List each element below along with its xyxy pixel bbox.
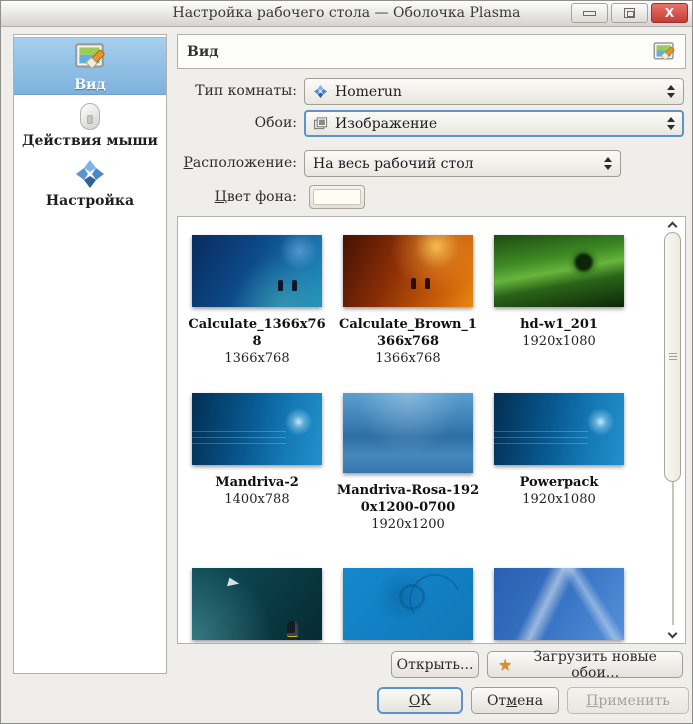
- wallpaper-name: Calculate_1366x768: [188, 317, 326, 349]
- wallpaper-thumbnail: [192, 568, 322, 640]
- wallpaper-thumbnail: [192, 235, 322, 307]
- wallpaper-name: Mandriva-Rosa-1920x1200-0700: [336, 483, 480, 515]
- sidebar-item-label: Настройка: [45, 192, 135, 209]
- wallpaper-resolution: 1366x768: [224, 351, 290, 366]
- scroll-down-icon[interactable]: [667, 628, 678, 639]
- wallpaper-thumbnail: [494, 235, 624, 307]
- minimize-icon: [583, 10, 596, 16]
- open-button[interactable]: Открыть...: [391, 651, 479, 678]
- maximize-button[interactable]: [611, 3, 648, 23]
- dropdown-arrows-icon: [667, 117, 675, 130]
- wallpaper-list[interactable]: Calculate_1366x768 1366x768 Calculate_Br…: [177, 216, 686, 644]
- wallpaper-name: Powerpack: [519, 475, 599, 490]
- page-header: Вид: [177, 34, 686, 69]
- wallpaper-resolution: 1920x1200: [371, 517, 445, 532]
- wallpaper-thumbnail: [343, 568, 473, 640]
- sidebar-item-label: Вид: [74, 76, 106, 93]
- wallpaper-type-value: Изображение: [335, 115, 438, 132]
- star-icon: ★: [498, 654, 513, 674]
- wallpaper-type-select[interactable]: Изображение: [304, 110, 684, 137]
- cancel-button[interactable]: Отмена: [471, 687, 559, 714]
- kde-plasma-icon: [76, 159, 104, 188]
- dropdown-arrows-icon: [667, 85, 675, 98]
- scroll-up-icon[interactable]: [667, 221, 678, 232]
- wallpaper-item[interactable]: Powerpack 1920x1080: [486, 393, 632, 508]
- background-color-label: Цвет фона:: [214, 189, 297, 205]
- homerun-icon: [313, 84, 328, 99]
- wallpaper-name: hd-w1_201: [520, 317, 598, 332]
- wallpaper-item[interactable]: Calculate_1366x768 1366x768: [184, 235, 330, 367]
- room-type-select[interactable]: Homerun: [304, 78, 684, 105]
- room-type-value: Homerun: [335, 83, 402, 100]
- background-color-button[interactable]: [309, 185, 365, 209]
- sidebar-item-view[interactable]: Вид: [14, 37, 166, 95]
- close-button[interactable]: X: [651, 3, 688, 23]
- wallpaper-thumbnail: [343, 235, 473, 307]
- wallpaper-item[interactable]: Mandriva-2 1400x788: [184, 393, 330, 508]
- wallpaper-resolution: 1400x788: [224, 492, 290, 507]
- get-new-wallpapers-button[interactable]: ★ Загрузить новые обои...: [487, 649, 683, 681]
- sidebar-item-label: Действия мыши: [22, 133, 158, 149]
- positioning-select[interactable]: На весь рабочий стол: [304, 150, 621, 177]
- maximize-icon: [624, 8, 635, 18]
- ok-button[interactable]: ОК: [377, 687, 463, 714]
- dropdown-arrows-icon: [604, 157, 612, 170]
- wallpaper-icon: [75, 42, 105, 68]
- wallpaper-resolution: 1920x1080: [522, 334, 596, 349]
- wallpaper-thumbnail: [494, 568, 624, 640]
- sidebar-item-configuration[interactable]: Настройка: [14, 155, 166, 211]
- titlebar[interactable]: Настройка рабочего стола — Оболочка Plas…: [1, 1, 692, 27]
- wallpaper-icon: [653, 41, 675, 60]
- positioning-label: Расположение:: [183, 155, 297, 171]
- minimize-button[interactable]: [571, 3, 608, 23]
- wallpaper-item[interactable]: [335, 568, 481, 640]
- scrollbar[interactable]: [663, 219, 683, 641]
- wallpaper-item[interactable]: [486, 568, 632, 640]
- wallpaper-resolution: 1920x1080: [522, 492, 596, 507]
- color-swatch: [313, 189, 361, 205]
- wallpaper-item[interactable]: [184, 568, 330, 640]
- apply-button[interactable]: Применить: [567, 687, 689, 714]
- wallpaper-resolution: 1366x768: [375, 351, 441, 366]
- window-controls: X: [571, 3, 688, 23]
- wallpaper-type-label: Обои:: [254, 115, 297, 131]
- sidebar-item-mouse-actions[interactable]: Действия мыши: [14, 99, 166, 153]
- positioning-value: На весь рабочий стол: [313, 155, 474, 172]
- wallpaper-item[interactable]: Mandriva-Rosa-1920x1200-0700 1920x1200: [335, 393, 481, 533]
- wallpaper-thumbnail: [494, 393, 624, 465]
- wallpaper-thumbnail: [192, 393, 322, 465]
- page-title: Вид: [187, 43, 219, 60]
- image-stack-icon: [313, 117, 328, 130]
- sidebar: Вид Действия мыши Настройка: [13, 34, 167, 674]
- desktop-settings-window: Настройка рабочего стола — Оболочка Plas…: [0, 0, 693, 724]
- close-icon: X: [664, 6, 675, 20]
- mouse-icon: [80, 103, 100, 130]
- wallpaper-thumbnail: [343, 393, 473, 473]
- wallpaper-name: Mandriva-2: [215, 475, 299, 490]
- scrollbar-thumb[interactable]: [664, 232, 681, 482]
- wallpaper-item[interactable]: Calculate_Brown_1366x768 1366x768: [335, 235, 481, 367]
- wallpaper-name: Calculate_Brown_1366x768: [339, 317, 477, 349]
- wallpaper-item[interactable]: hd-w1_201 1920x1080: [486, 235, 632, 350]
- scrollbar-grip-icon: [669, 353, 677, 354]
- room-type-label: Тип комнаты:: [195, 83, 297, 99]
